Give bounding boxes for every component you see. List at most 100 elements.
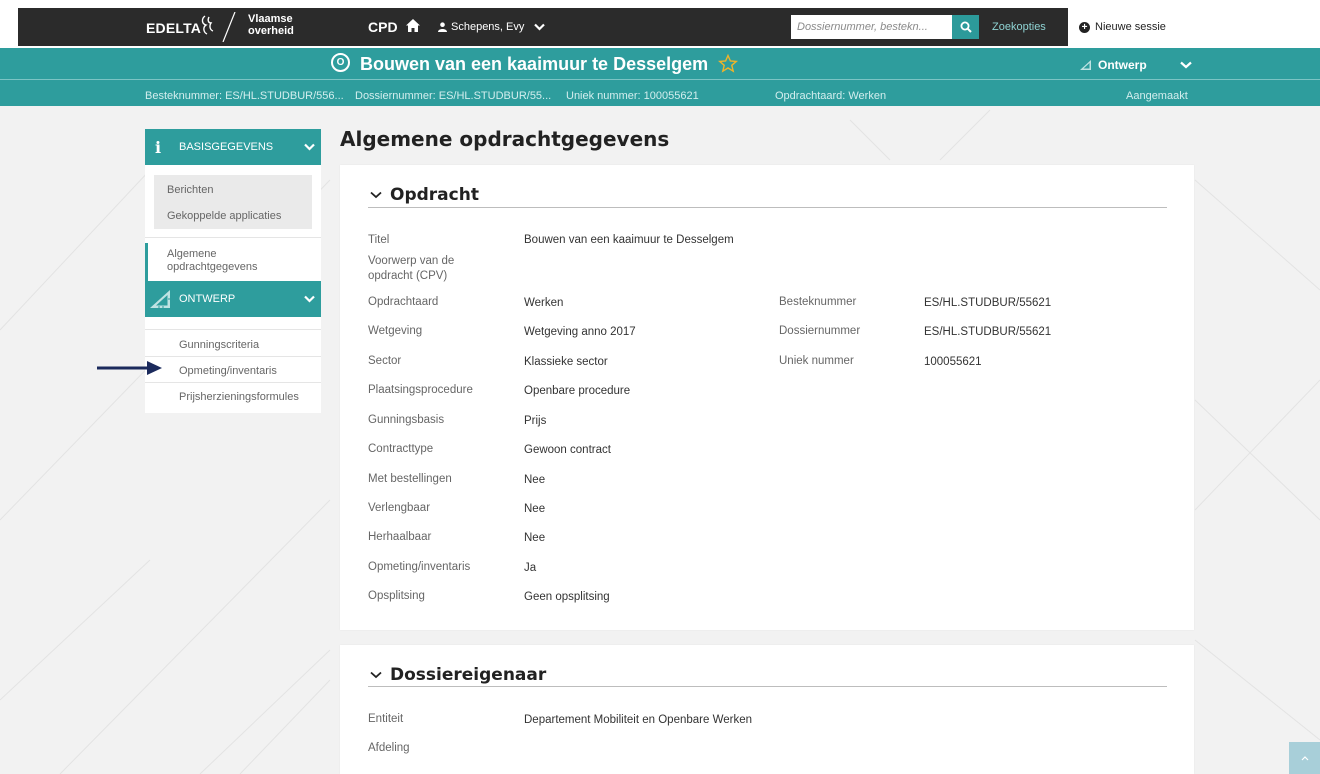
search-options-link[interactable]: Zoekopties: [992, 21, 1046, 33]
meta-besteknummer: Besteknummer: ES/HL.STUDBUR/556...: [145, 90, 344, 102]
sidebar-basisgegevens-list: Berichten Gekoppelde applicaties Algemen…: [145, 165, 321, 281]
field-value: 100055621: [924, 356, 982, 368]
field-label: Met bestellingen: [368, 473, 452, 485]
meta-dossiernummer: Dossiernummer: ES/HL.STUDBUR/55...: [355, 90, 552, 102]
field-value: ES/HL.STUDBUR/55621: [924, 297, 1052, 309]
meta-uniek-nummer: Uniek nummer: 100055621: [566, 90, 699, 102]
flemish-lion-icon: [201, 15, 214, 35]
field-label: Opdrachtaard: [368, 296, 439, 308]
section-heading: Opdracht: [390, 185, 479, 205]
sidebar-item-berichten[interactable]: Berichten: [167, 184, 213, 196]
field-label: Voorwerp van de opdracht (CPV): [368, 255, 455, 282]
chevron-down-icon: [534, 23, 546, 31]
field-value: Ja: [524, 562, 537, 574]
sidebar-section-basisgegevens[interactable]: i BASISGEGEVENS: [145, 129, 321, 165]
plus-circle-icon: +: [1079, 21, 1090, 33]
card-dossiereigenaar: Dossiereigenaar Entiteit Departement Mob…: [340, 645, 1194, 774]
field-label: Besteknummer: [779, 296, 857, 308]
user-menu[interactable]: Schepens, Evy: [438, 21, 546, 33]
field-label: Plaatsingsprocedure: [368, 384, 473, 396]
field-label: Contracttype: [368, 443, 434, 455]
section-toggle-dossiereigenaar[interactable]: Dossiereigenaar: [370, 665, 546, 685]
field-label: Titel: [368, 234, 390, 246]
field-value: Nee: [524, 532, 546, 544]
sidebar-divider: [145, 237, 321, 238]
field-label: Uniek nummer: [779, 355, 854, 367]
field-value: Bouwen van een kaaimuur te Desselgem: [524, 234, 734, 246]
sidebar-section-label: BASISGEGEVENS: [179, 141, 274, 153]
sidebar: i BASISGEGEVENS Berichten Gekoppelde app…: [145, 129, 321, 413]
logo-divider-icon: [222, 12, 236, 42]
field-label: Sector: [368, 355, 402, 367]
field-value: Werken: [524, 297, 564, 309]
search-icon: [960, 21, 972, 33]
chevron-down-icon: [304, 295, 315, 303]
sidebar-divider: [145, 356, 321, 357]
sidebar-item-label: opdrachtgegevens: [167, 261, 258, 273]
field-label: Afdeling: [368, 742, 410, 754]
field-value: Geen opsplitsing: [524, 591, 610, 603]
section-toggle-opdracht[interactable]: Opdracht: [370, 185, 479, 205]
sidebar-item-algemene-opdrachtgegevens[interactable]: Algemene opdrachtgegevens: [167, 248, 258, 274]
field-label: Dossiernummer: [779, 325, 861, 337]
sidebar-item-opmeting-inventaris[interactable]: Opmeting/inventaris: [179, 365, 277, 377]
favorite-star-icon[interactable]: [718, 54, 738, 73]
field-value: Departement Mobiliteit en Openbare Werke…: [524, 714, 752, 726]
phase-label: Ontwerp: [1098, 58, 1147, 72]
field-label: Wetgeving: [368, 325, 423, 337]
chevron-down-icon: [370, 191, 382, 199]
sidebar-divider: [145, 329, 321, 330]
status-letter-icon: O: [331, 53, 350, 72]
page-title: Algemene opdrachtgegevens: [340, 127, 670, 151]
phase-dropdown[interactable]: Ontwerp: [1079, 58, 1147, 72]
scroll-to-top-button[interactable]: [1289, 742, 1320, 774]
edelta-logo[interactable]: EDELTA: [146, 20, 201, 36]
dossier-title: Bouwen van een kaaimuur te Desselgem: [360, 54, 709, 74]
sidebar-item-prijsherzieningsformules[interactable]: Prijsherzieningsformules: [179, 391, 299, 403]
vlaamse-overheid-logo: Vlaamse overheid: [248, 13, 294, 37]
dossier-header: O Bouwen van een kaaimuur te Desselgem O…: [0, 48, 1320, 106]
user-name: Schepens, Evy: [451, 21, 525, 33]
field-value: Nee: [524, 474, 546, 486]
new-session-label: Nieuwe sessie: [1095, 21, 1166, 33]
set-square-icon: [1080, 60, 1091, 70]
sidebar-divider: [145, 382, 321, 383]
header-divider: [0, 79, 1320, 80]
new-session-button[interactable]: + Nieuwe sessie: [1079, 21, 1166, 33]
sidebar-section-label: ONTWERP: [179, 293, 236, 305]
field-value: Klassieke sector: [524, 356, 608, 368]
user-icon: [438, 22, 447, 32]
section-divider: [368, 207, 1167, 208]
field-value: Gewoon contract: [524, 444, 611, 456]
top-navbar: EDELTA Vlaamse overheid CPD Schepens, Ev…: [0, 0, 1320, 48]
sidebar-section-ontwerp[interactable]: ONTWERP: [145, 281, 321, 317]
field-label: Entiteit: [368, 713, 404, 725]
sidebar-item-gekoppelde-applicaties[interactable]: Gekoppelde applicaties: [167, 210, 281, 222]
home-icon[interactable]: [405, 18, 421, 33]
chevron-down-icon: [304, 143, 315, 151]
card-opdracht: Opdracht Titel Bouwen van een kaaimuur t…: [340, 165, 1194, 630]
field-label: Herhaalbaar: [368, 531, 432, 543]
chevron-up-icon: [1301, 755, 1308, 760]
section-heading: Dossiereigenaar: [390, 665, 547, 685]
search-button[interactable]: [952, 15, 979, 39]
field-label: Opmeting/inventaris: [368, 561, 471, 573]
info-icon: i: [155, 138, 162, 157]
meta-opdrachtaard: Opdrachtaard: Werken: [775, 90, 887, 102]
sidebar-item-gunningscriteria[interactable]: Gunningscriteria: [179, 339, 259, 351]
chevron-down-icon[interactable]: [1180, 61, 1192, 69]
field-label: Opsplitsing: [368, 590, 425, 602]
section-divider: [368, 686, 1167, 687]
sidebar-item-label: Algemene: [167, 248, 217, 260]
logo-line2: overheid: [248, 25, 294, 37]
field-value: Nee: [524, 503, 546, 515]
search-input[interactable]: [791, 15, 952, 39]
field-value: Prijs: [524, 415, 547, 427]
annotation-arrow-icon: [97, 361, 162, 375]
app-name[interactable]: CPD: [368, 19, 398, 35]
field-label: Verlengbaar: [368, 502, 431, 514]
meta-status: Aangemaakt: [1126, 90, 1188, 102]
sidebar-ontwerp-list: Gunningscriteria Opmeting/inventaris Pri…: [145, 317, 321, 413]
active-indicator: [145, 243, 148, 281]
field-label: Gunningsbasis: [368, 414, 445, 426]
